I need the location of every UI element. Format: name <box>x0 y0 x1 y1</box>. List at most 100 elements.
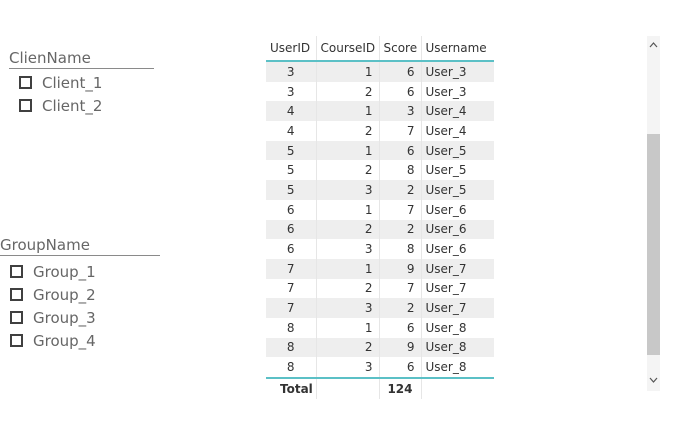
vertical-scrollbar[interactable] <box>647 36 660 391</box>
score-cell: 8 <box>379 160 422 181</box>
courseid-cell: 1 <box>316 317 380 338</box>
score-cell: 7 <box>379 278 422 299</box>
username-cell: User_7 <box>421 258 494 279</box>
group-slicer-item[interactable]: Group_2 <box>0 283 160 306</box>
table-row[interactable]: 3 2 6 User_3 <box>266 81 494 102</box>
checkbox-icon[interactable] <box>10 334 23 347</box>
client-slicer-title: ClienName <box>9 49 154 69</box>
table-row[interactable]: 6 1 7 User_6 <box>266 199 494 220</box>
username-cell: User_6 <box>421 219 494 240</box>
group-slicer-item-label: Group_1 <box>33 262 96 281</box>
courseid-cell: 3 <box>316 180 380 200</box>
userid-cell: 3 <box>266 62 317 82</box>
group-slicer-item[interactable]: Group_4 <box>0 329 160 352</box>
userid-cell: 5 <box>266 160 317 181</box>
courseid-cell: 2 <box>316 278 380 299</box>
table-row[interactable]: 5 3 2 User_5 <box>266 180 494 200</box>
score-cell: 6 <box>379 81 422 102</box>
score-cell: 6 <box>379 357 422 377</box>
table-row[interactable]: 8 3 6 User_8 <box>266 357 494 377</box>
group-slicer-title: GroupName <box>0 236 160 256</box>
userid-cell: 8 <box>266 357 317 377</box>
courseid-cell: 3 <box>316 239 380 259</box>
userid-cell: 8 <box>266 337 317 358</box>
group-slicer: GroupName Group_1 Group_2 Group_3 Group_… <box>0 236 160 352</box>
column-header-userid[interactable]: UserID <box>266 36 317 62</box>
courseid-cell: 2 <box>316 219 380 240</box>
score-cell: 2 <box>379 219 422 240</box>
checkbox-icon[interactable] <box>19 76 32 89</box>
table-row[interactable]: 6 2 2 User_6 <box>266 219 494 240</box>
client-slicer-item-label: Client_2 <box>42 96 103 115</box>
score-cell: 9 <box>379 337 422 358</box>
username-cell: User_5 <box>421 180 494 200</box>
username-cell: User_8 <box>425 360 467 375</box>
checkbox-icon[interactable] <box>10 288 23 301</box>
courseid-cell: 2 <box>316 337 380 358</box>
client-slicer-item[interactable]: Client_2 <box>9 94 154 117</box>
data-table: UserID CourseID Score Username 3 1 6 User_3… <box>266 36 494 399</box>
courseid-cell: 2 <box>316 121 380 141</box>
courseid-cell: 3 <box>316 357 380 377</box>
table-row[interactable]: 7 1 9 User_7 <box>266 258 494 279</box>
table-row[interactable]: 3 1 6 User_3 <box>266 62 494 82</box>
score-cell: 2 <box>379 298 422 318</box>
checkbox-icon[interactable] <box>19 99 32 112</box>
group-slicer-item-label: Group_3 <box>33 308 96 327</box>
table-row[interactable]: 4 1 3 User_4 <box>266 101 494 122</box>
chevron-up-icon[interactable] <box>647 36 660 56</box>
table-row[interactable]: 7 3 2 User_7 <box>266 298 494 318</box>
username-cell: User_3 <box>421 62 494 82</box>
username-cell: User_5 <box>421 140 494 161</box>
userid-cell: 6 <box>266 239 317 259</box>
table-body: 3 1 6 User_3 3 2 6 User_3 4 1 3 User_4 4 2 7 User_4 5 1 6 U… <box>266 62 494 377</box>
userid-cell: 7 <box>266 258 317 279</box>
score-cell: 3 <box>379 101 422 122</box>
table-header: UserID CourseID Score Username <box>266 36 494 62</box>
score-cell: 6 <box>379 62 422 82</box>
score-cell: 6 <box>379 140 422 161</box>
scrollbar-thumb[interactable] <box>647 134 660 355</box>
table-row[interactable]: 4 2 7 User_4 <box>266 121 494 141</box>
table-row[interactable]: 5 1 6 User_5 <box>266 140 494 161</box>
group-slicer-item-label: Group_2 <box>33 285 96 304</box>
checkbox-icon[interactable] <box>10 311 23 324</box>
table-body-viewport[interactable]: 3 1 6 User_3 3 2 6 User_3 4 1 3 User_4 4 2 7 User_4 5 1 6 U… <box>266 62 494 377</box>
score-cell: 6 <box>379 317 422 338</box>
username-cell: User_7 <box>421 298 494 318</box>
column-header-score[interactable]: Score <box>379 36 422 62</box>
table-row[interactable]: 8 2 9 User_8 <box>266 337 494 358</box>
totals-row: Total 124 <box>266 377 494 399</box>
chevron-down-icon[interactable] <box>647 371 660 391</box>
username-cell: User_3 <box>425 84 467 99</box>
group-slicer-item[interactable]: Group_1 <box>0 260 160 283</box>
table-row[interactable]: 6 3 8 User_6 <box>266 239 494 259</box>
column-header-username[interactable]: Username <box>421 36 494 62</box>
group-slicer-item-label: Group_4 <box>33 331 96 350</box>
table-totals: Total 124 <box>266 377 494 399</box>
userid-cell: 4 <box>266 121 317 141</box>
courseid-cell: 1 <box>316 62 380 82</box>
score-cell: 9 <box>379 258 422 279</box>
userid-cell: 8 <box>266 317 317 338</box>
userid-cell: 6 <box>266 219 317 240</box>
checkbox-icon[interactable] <box>10 265 23 278</box>
username-cell: User_4 <box>421 101 494 122</box>
client-slicer-item-label: Client_1 <box>42 73 103 92</box>
username-cell: User_6 <box>425 242 467 257</box>
userid-cell: 4 <box>266 101 317 122</box>
group-slicer-item[interactable]: Group_3 <box>0 306 160 329</box>
column-header-courseid[interactable]: CourseID <box>316 36 380 62</box>
courseid-cell: 1 <box>316 199 380 220</box>
userid-cell: 3 <box>266 81 317 102</box>
table-row[interactable]: 7 2 7 User_7 <box>266 278 494 299</box>
total-score: 124 <box>379 377 422 399</box>
courseid-cell: 1 <box>316 101 380 122</box>
table-row[interactable]: 5 2 8 User_5 <box>266 160 494 181</box>
client-slicer-item[interactable]: Client_1 <box>9 71 154 94</box>
courseid-cell: 1 <box>316 140 380 161</box>
total-courseid-cell <box>316 377 380 399</box>
username-cell: User_8 <box>421 337 494 358</box>
table-row[interactable]: 8 1 6 User_8 <box>266 317 494 338</box>
courseid-cell: 1 <box>316 258 380 279</box>
